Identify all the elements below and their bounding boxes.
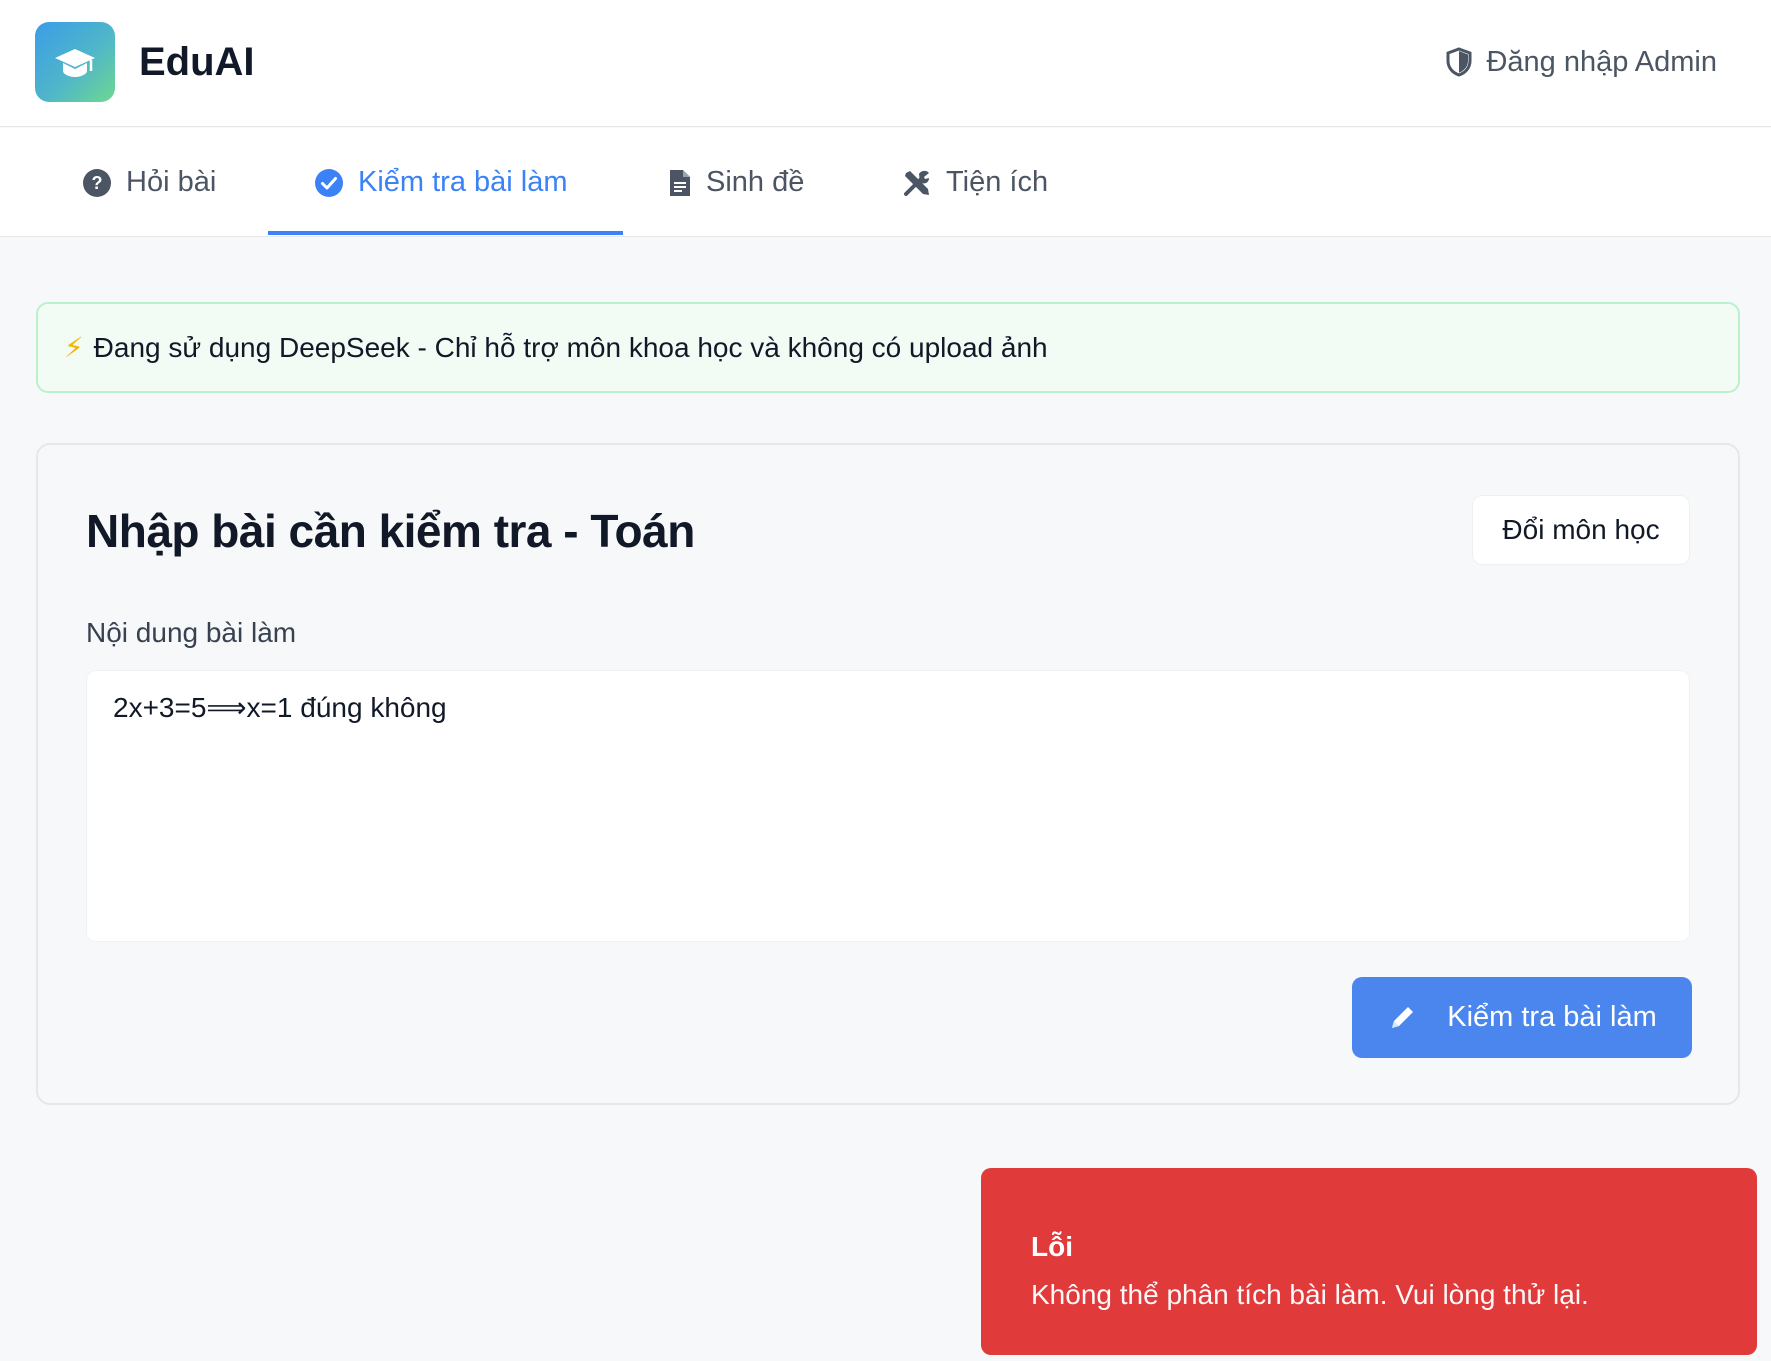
active-tab-indicator (268, 231, 623, 235)
document-icon (670, 169, 690, 196)
app-logo (35, 22, 115, 102)
provider-notice: ⚡ Đang sử dụng DeepSeek - Chỉ hỗ trợ môn… (36, 302, 1740, 393)
tab-kiem-tra-bai-lam[interactable]: Kiểm tra bài làm (314, 128, 568, 237)
toast-title: Lỗi (1031, 1231, 1073, 1262)
answer-field-label: Nội dung bài làm (86, 617, 297, 648)
main-tabs: ? Hỏi bài Kiểm tra bài làm Sinh đề Tiện … (0, 128, 1771, 237)
admin-login-label: Đăng nhập Admin (1486, 46, 1717, 78)
tab-tien-ich[interactable]: Tiện ích (902, 128, 1048, 237)
admin-login-button[interactable]: Đăng nhập Admin (1446, 42, 1717, 82)
error-toast[interactable]: Lỗi Không thể phân tích bài làm. Vui lòn… (981, 1168, 1757, 1355)
pencil-icon (1392, 1006, 1414, 1028)
tab-label: Hỏi bài (126, 166, 217, 198)
tab-sinh-de[interactable]: Sinh đề (668, 128, 804, 237)
tab-label: Tiện ích (946, 166, 1049, 198)
switch-subject-button[interactable]: Đổi môn học (1472, 495, 1690, 565)
card-title: Nhập bài cần kiểm tra - Toán (86, 505, 695, 557)
app-title: EduAI (139, 40, 255, 84)
toast-message: Không thể phân tích bài làm. Vui lòng th… (1031, 1279, 1589, 1310)
lightning-icon: ⚡ (64, 332, 84, 363)
check-circle-icon (315, 168, 343, 197)
tab-hoi-bai[interactable]: ? Hỏi bài (82, 128, 216, 237)
answer-card: Nhập bài cần kiểm tra - Toán Đổi môn học… (36, 443, 1740, 1105)
shield-icon (1446, 47, 1472, 77)
svg-text:?: ? (92, 173, 103, 193)
tools-icon (904, 170, 929, 196)
question-circle-icon: ? (83, 168, 111, 197)
tab-label: Sinh đề (706, 166, 805, 198)
notice-text: Đang sử dụng DeepSeek - Chỉ hỗ trợ môn k… (93, 331, 1048, 363)
tab-label: Kiểm tra bài làm (358, 166, 568, 198)
answer-textarea[interactable]: 2x+3=5⟹x=1 đúng không (86, 670, 1690, 942)
app-header: EduAI Đăng nhập Admin (0, 0, 1771, 127)
graduation-cap-icon (55, 49, 95, 77)
check-answer-label: Kiểm tra bài làm (1447, 1001, 1657, 1033)
check-answer-button[interactable]: Kiểm tra bài làm (1352, 977, 1692, 1058)
